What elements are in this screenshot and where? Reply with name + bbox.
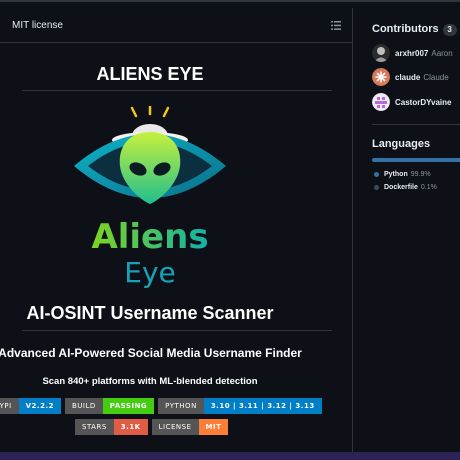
language-item[interactable]: Python 99.9%	[374, 171, 431, 178]
badge-row-1: PYPI V2.2.2 BUILD PASSING PYTHON 3.10 | …	[0, 398, 322, 414]
languages-bar	[372, 158, 460, 162]
contributor-item[interactable]: CastorDYvaine	[372, 93, 454, 111]
readme-panel: MIT license ALIENS EYE Aliens Eye AI-OSI…	[0, 8, 353, 460]
bottom-bar	[0, 452, 460, 460]
scan-description: Scan 840+ platforms with ML-blended dete…	[42, 376, 258, 387]
badge-row-2: STARS 3.1K LICENSE MIT	[75, 419, 229, 435]
list-icon[interactable]	[331, 21, 341, 30]
contributors-count: 3	[442, 24, 457, 36]
avatar[interactable]	[372, 93, 390, 111]
aliens-eye-logo: Aliens Eye	[60, 104, 240, 296]
readme-header: MIT license	[0, 8, 352, 43]
tagline-heading: Advanced AI-Powered Social Media Usernam…	[0, 346, 302, 360]
contributors-heading[interactable]: Contributors 3	[372, 23, 457, 36]
languages-heading: Languages	[372, 138, 431, 150]
contributor-item[interactable]: arxhr007 Aaron	[372, 44, 453, 62]
stars-badge[interactable]: STARS 3.1K	[75, 419, 148, 435]
title-divider	[22, 90, 332, 91]
subtitle-divider	[22, 330, 332, 331]
contributor-item[interactable]: claude Claude	[372, 68, 449, 86]
pypi-badge[interactable]: PYPI V2.2.2	[0, 398, 61, 414]
readme-tab-title[interactable]: MIT license	[12, 20, 63, 31]
language-item[interactable]: Dockerfile 0.1%	[374, 184, 437, 191]
language-color-dot	[374, 172, 379, 177]
language-color-dot	[374, 185, 379, 190]
subtitle-heading: AI-OSINT Username Scanner	[26, 303, 274, 323]
logo-word-eye: Eye	[124, 256, 176, 289]
page-title: ALIENS EYE	[96, 64, 204, 84]
avatar[interactable]	[372, 68, 390, 86]
python-badge[interactable]: PYTHON 3.10 | 3.11 | 3.12 | 3.13	[158, 398, 322, 414]
repo-sidebar: Contributors 3 arxhr007 Aaron claude Clau…	[360, 0, 460, 460]
logo-word-aliens: Aliens	[91, 217, 208, 257]
build-badge[interactable]: BUILD PASSING	[65, 398, 155, 414]
license-badge[interactable]: LICENSE MIT	[151, 419, 229, 435]
avatar[interactable]	[372, 44, 390, 62]
sidebar-divider	[372, 124, 460, 125]
